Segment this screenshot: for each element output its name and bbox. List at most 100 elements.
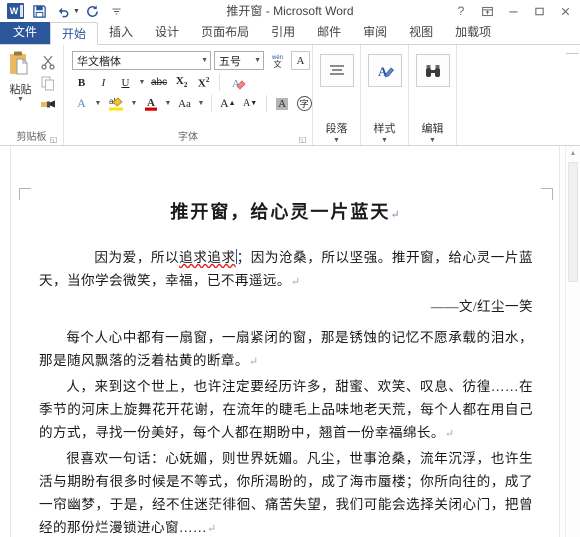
superscript-button[interactable]: X2 (194, 73, 213, 92)
tab-home[interactable]: 开始 (50, 22, 99, 45)
title-bar: W ▼ 推开窗 - Microsoft Word ? (0, 0, 580, 22)
save-icon[interactable] (28, 1, 50, 21)
tab-insert[interactable]: 插入 (98, 21, 144, 44)
document-text[interactable]: 推开窗，给心灵一片蓝天↵ 因为爱，所以追求追求；因为沧桑，所以坚强。推开窗，给心… (39, 201, 533, 537)
redo-icon[interactable] (82, 1, 104, 21)
paste-dropdown-caret[interactable]: ▼ (17, 96, 24, 103)
text-highlight-icon[interactable]: ab (105, 94, 127, 113)
clear-formatting-icon[interactable]: A (226, 73, 248, 92)
word-app-icon[interactable]: W (4, 1, 26, 21)
italic-button[interactable]: I (94, 73, 113, 92)
tab-references[interactable]: 引用 (260, 21, 306, 44)
help-button[interactable]: ? (448, 1, 474, 21)
quick-access-toolbar: W ▼ (0, 1, 128, 21)
close-button[interactable] (552, 1, 578, 21)
pilcrow-mark: ↵ (390, 209, 402, 221)
change-case-dropdown-caret[interactable]: ▼ (197, 100, 205, 107)
scroll-up-arrow-icon[interactable]: ▲ (566, 146, 580, 160)
maximize-button[interactable] (526, 1, 552, 21)
paragraph-signature: ——文/红尘一笑 (430, 299, 533, 314)
ribbon-group-paragraph[interactable]: 段落 ▼ (313, 45, 361, 145)
phonetic-guide-icon[interactable]: wén 文 (267, 51, 288, 70)
tab-mailings[interactable]: 邮件 (306, 21, 352, 44)
tab-file[interactable]: 文件 (0, 21, 51, 44)
text-effects-dropdown-caret[interactable]: ▼ (94, 100, 102, 107)
pilcrow-mark: ↵ (248, 356, 259, 368)
font-size-combo[interactable]: 五号 ▼ (214, 51, 264, 70)
shrink-font-button[interactable]: A ▼ (241, 94, 260, 113)
styles-group-label: 样式 ▼ (373, 123, 396, 145)
paragraph-1: 因为爱，所以追求追求；因为沧桑，所以坚强。推开窗，给心灵一片蓝天，当你学会微笑，… (39, 246, 533, 294)
paragraph-3: 人，来到这个世上，也许注定要经历许多，甜蜜、欢笑、叹息、彷徨……在季节的河床上旋… (39, 379, 533, 440)
character-border-icon[interactable]: A (291, 51, 310, 70)
character-shading-icon[interactable]: A (273, 94, 292, 113)
paragraph-dropdown-caret[interactable]: ▼ (326, 137, 348, 145)
svg-text:A: A (147, 97, 155, 109)
strikethrough-button[interactable]: abc (149, 73, 169, 92)
font-color-icon[interactable]: A (141, 94, 161, 113)
pilcrow-mark: ↵ (206, 523, 217, 535)
font-row-3: A ▼ ab ▼ A ▼ Aa ▼ A▲ (68, 93, 314, 114)
font-row-1: 华文楷体 ▼ 五号 ▼ wén 文 A (68, 49, 310, 72)
underline-button[interactable]: U (116, 73, 135, 92)
customize-qat-icon[interactable] (106, 1, 128, 21)
underline-dropdown-caret[interactable]: ▼ (138, 79, 146, 86)
document-page[interactable]: 推开窗，给心灵一片蓝天↵ 因为爱，所以追求追求；因为沧桑，所以坚强。推开窗，给心… (10, 146, 560, 537)
tab-view[interactable]: 视图 (398, 21, 444, 44)
clipboard-dialog-launcher[interactable]: ◱ (49, 135, 58, 144)
font-color-dropdown-caret[interactable]: ▼ (164, 100, 172, 107)
tab-addins[interactable]: 加载项 (444, 21, 502, 44)
pilcrow-mark: ↵ (444, 428, 455, 440)
window-controls: ? (448, 0, 578, 22)
styles-dropdown-caret[interactable]: ▼ (374, 137, 396, 145)
font-group-label: 字体 ◱ (178, 132, 307, 144)
change-case-button[interactable]: Aa (175, 94, 194, 113)
minimize-button[interactable] (500, 1, 526, 21)
ribbon-group-clipboard: 粘贴 ▼ 剪贴板 ◱ (0, 45, 64, 145)
chevron-down-icon[interactable]: ▼ (197, 57, 208, 64)
ribbon-group-styles[interactable]: A 样式 ▼ (361, 45, 409, 145)
paragraph-align-icon[interactable] (319, 54, 354, 87)
find-binoculars-icon[interactable] (415, 54, 450, 87)
paragraph-4: 很喜欢一句话：心妩媚，则世界妩媚。凡尘，世事沧桑，流年沉浮，也许生活与期盼有很多… (39, 451, 533, 535)
clipboard-icon (7, 50, 35, 80)
document-heading: 推开窗，给心灵一片蓝天↵ (170, 202, 402, 222)
format-painter-icon[interactable] (38, 94, 58, 113)
undo-dropdown-caret[interactable]: ▼ (73, 8, 80, 15)
paragraph-group-label: 段落 ▼ (325, 123, 348, 145)
editing-group-label: 编辑 ▼ (421, 123, 444, 145)
grow-font-button[interactable]: A ▲ (218, 94, 238, 113)
ribbon-group-editing[interactable]: 编辑 ▼ (409, 45, 457, 145)
vertical-scrollbar[interactable]: ▲ (565, 146, 580, 537)
paste-label: 粘贴 (9, 84, 32, 96)
ribbon-display-options-button[interactable] (474, 1, 500, 21)
enclose-character-icon[interactable]: 字 (295, 94, 314, 113)
text-effects-icon[interactable]: A (72, 94, 91, 113)
ribbon: 粘贴 ▼ 剪贴板 ◱ 华文楷体 ▼ 五号 ▼ wén 文 A B I U ▼ a… (0, 45, 580, 146)
ribbon-group-font: 华文楷体 ▼ 五号 ▼ wén 文 A B I U ▼ abc X2 X2 A … (64, 45, 313, 145)
paragraph-1-before: 因为爱，所以 (66, 250, 180, 265)
divider (265, 95, 267, 112)
font-dialog-launcher[interactable]: ◱ (298, 135, 307, 144)
ribbon-collapse-handle[interactable] (566, 45, 579, 54)
word-logo-letter: W (9, 5, 19, 16)
tab-review[interactable]: 审阅 (352, 21, 398, 44)
divider (211, 95, 212, 112)
scrollbar-thumb[interactable] (568, 162, 578, 282)
font-name-combo[interactable]: 华文楷体 ▼ (72, 51, 211, 70)
chevron-down-icon[interactable]: ▼ (250, 57, 261, 64)
highlight-dropdown-caret[interactable]: ▼ (130, 100, 138, 107)
tab-page-layout[interactable]: 页面布局 (190, 21, 260, 44)
bold-button[interactable]: B (72, 73, 91, 92)
editing-dropdown-caret[interactable]: ▼ (422, 137, 444, 145)
styles-icon[interactable]: A (367, 54, 402, 87)
paragraph-2: 每个人心中都有一扇窗，一扇紧闭的窗，那是锈蚀的记忆不愿承载的泪水，那是随风飘落的… (39, 330, 533, 368)
copy-icon[interactable] (38, 73, 58, 92)
cut-icon[interactable] (38, 52, 58, 71)
tab-design[interactable]: 设计 (144, 21, 190, 44)
undo-icon[interactable] (52, 1, 74, 21)
paste-button[interactable]: 粘贴 ▼ (4, 50, 37, 103)
font-row-2: B I U ▼ abc X2 X2 A (68, 72, 248, 93)
subscript-button[interactable]: X2 (172, 73, 191, 92)
divider (219, 74, 221, 91)
